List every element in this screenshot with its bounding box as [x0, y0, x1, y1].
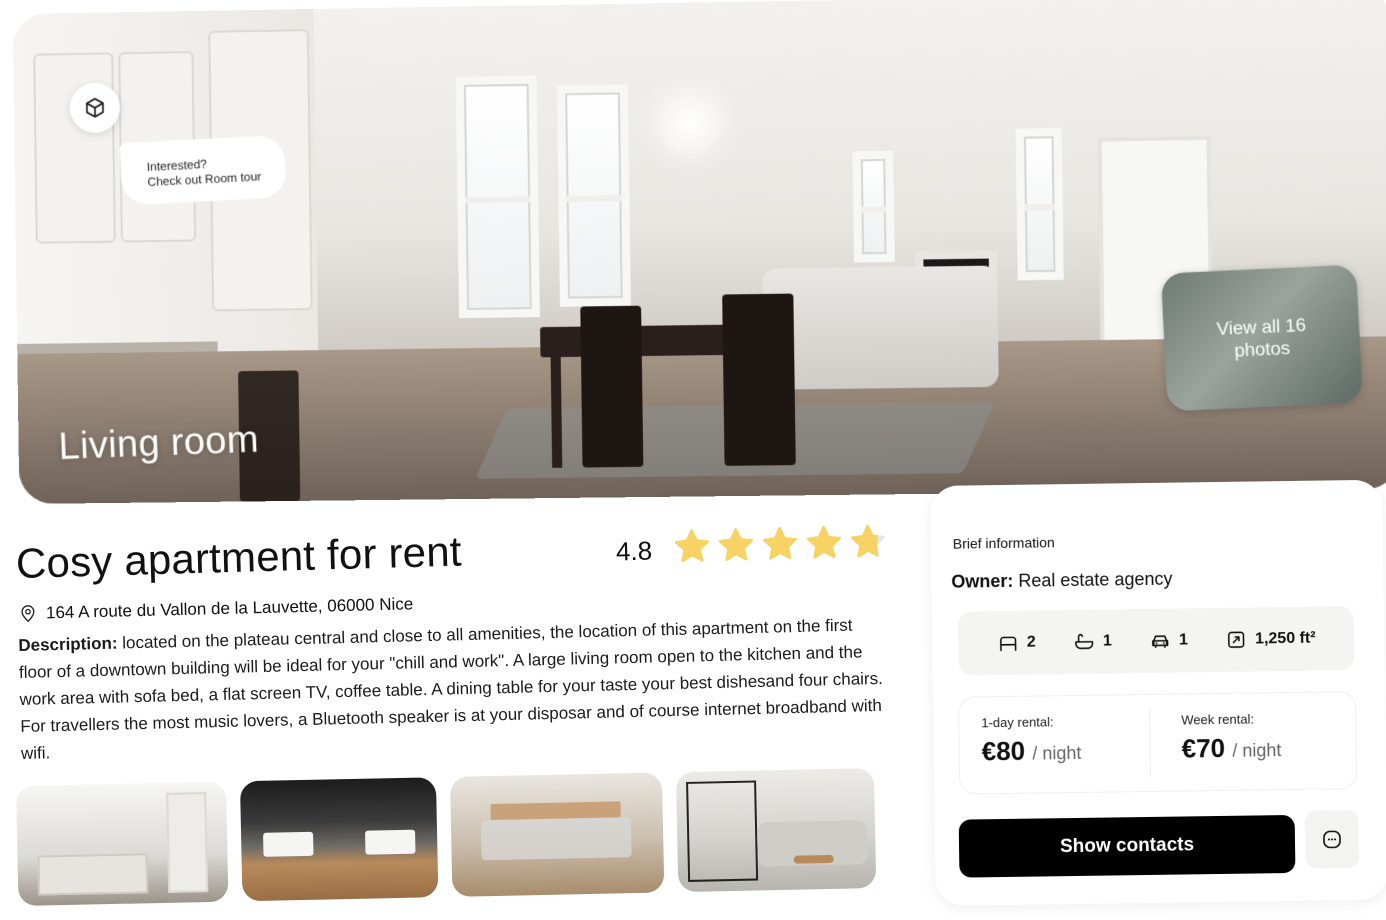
description-text: located on the plateau central and close… — [19, 616, 883, 763]
hero-window — [852, 151, 894, 263]
hero-chandelier — [658, 93, 720, 154]
hero-window — [557, 84, 631, 306]
feature-bathrooms: 1 — [1073, 630, 1112, 653]
features-bar: 2 1 1 1,250 ft² — [958, 606, 1355, 676]
owner-label: Owner: — [951, 571, 1013, 592]
listing-description: Description: located on the plateau cent… — [18, 611, 887, 767]
thumbnail-dining[interactable] — [450, 772, 664, 896]
owner-value: Real estate agency — [1013, 569, 1172, 591]
brief-info-card: Brief information Owner: Real estate age… — [930, 480, 1386, 906]
hero-sofa — [762, 266, 998, 390]
room-tour-tooltip[interactable]: Interested? Check out Room tour — [119, 135, 287, 205]
car-icon — [1149, 630, 1171, 652]
pricing-box: 1-day rental: €80 / night Week rental: €… — [959, 692, 1356, 794]
thumb-coffee-table — [794, 855, 834, 864]
show-contacts-button[interactable]: Show contacts — [959, 815, 1296, 878]
hero-cabinet — [33, 52, 116, 243]
price-divider — [1149, 709, 1151, 777]
bed-icon — [997, 632, 1019, 654]
owner-info: Owner: Real estate agency — [951, 569, 1172, 593]
feature-bedrooms: 2 — [997, 632, 1036, 655]
room-label: Living room — [58, 418, 260, 469]
day-rental: 1-day rental: €80 / night — [981, 714, 1081, 767]
feature-area-value: 1,250 ft² — [1255, 630, 1316, 649]
rating-stars — [672, 521, 889, 567]
hero-table-leg — [550, 347, 562, 468]
brief-info-label: Brief information — [953, 534, 1055, 551]
area-icon — [1225, 629, 1247, 651]
week-rental-price: €70 — [1181, 733, 1225, 764]
thumb-sink — [365, 830, 415, 855]
view-all-line1: View all 16 — [1216, 314, 1306, 341]
listing-address: 164 A route du Vallon de la Lauvette, 06… — [18, 594, 414, 624]
star-icon — [803, 522, 844, 563]
thumbnail-lounge[interactable] — [676, 768, 876, 892]
feature-bedrooms-value: 2 — [1027, 634, 1036, 652]
feature-area: 1,250 ft² — [1225, 628, 1316, 651]
star-half-icon — [847, 521, 888, 562]
week-rental-unit: / night — [1232, 740, 1281, 761]
address-text: 164 A route du Vallon de la Lauvette, 06… — [46, 594, 414, 623]
thumbnail-bathroom[interactable] — [240, 777, 438, 901]
hero-chair — [580, 306, 643, 468]
star-icon — [672, 526, 713, 567]
view-all-line2: photos — [1217, 336, 1307, 362]
day-rental-label: 1-day rental: — [981, 714, 1081, 730]
star-icon — [759, 523, 800, 564]
hero-window — [1016, 128, 1064, 280]
chat-icon — [1320, 827, 1344, 851]
thumb-island — [37, 853, 148, 895]
location-pin-icon — [18, 604, 38, 624]
thumb-shelf — [686, 781, 758, 882]
view-all-photos-button[interactable]: View all 16 photos — [1161, 264, 1363, 411]
description-label: Description: — [18, 634, 118, 655]
feature-bathrooms-value: 1 — [1103, 632, 1112, 650]
day-rental-price: €80 — [981, 736, 1025, 767]
star-icon — [715, 525, 756, 566]
thumbnail-kitchen[interactable] — [16, 782, 228, 906]
cube-icon — [83, 96, 107, 120]
thumb-chairs — [481, 817, 632, 860]
week-rental-label: Week rental: — [1181, 711, 1281, 727]
photo-thumbnails — [16, 768, 876, 906]
hero-chair — [722, 294, 796, 466]
rating-value: 4.8 — [616, 536, 653, 568]
thumb-door — [166, 792, 208, 893]
day-rental-unit: / night — [1032, 743, 1081, 764]
hero-photo[interactable]: Interested? Check out Room tour Living r… — [13, 0, 1386, 504]
hero-window — [456, 76, 540, 319]
week-rental: Week rental: €70 / night — [1181, 711, 1281, 764]
feature-parking-value: 1 — [1179, 631, 1188, 649]
bath-icon — [1073, 631, 1095, 653]
feature-parking: 1 — [1149, 629, 1188, 652]
chat-button[interactable] — [1305, 810, 1360, 869]
thumb-sink — [263, 832, 313, 857]
listing-title: Cosy apartment for rent — [15, 528, 462, 588]
